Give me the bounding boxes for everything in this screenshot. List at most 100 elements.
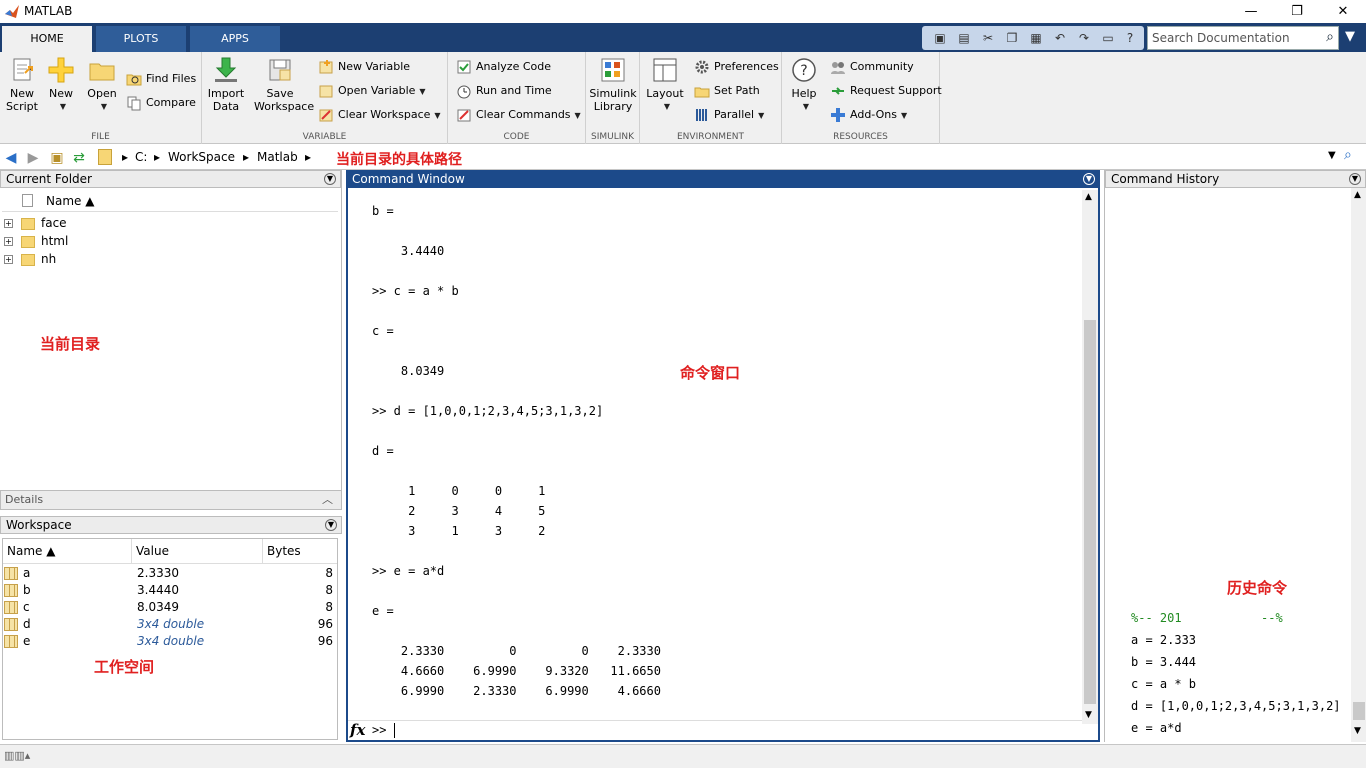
folder-icon [21, 235, 35, 248]
panel-menu-icon[interactable]: ▼ [1349, 173, 1361, 185]
history-entry[interactable]: c = a * b [1131, 677, 1196, 691]
analyze-code-button[interactable]: Analyze Code [456, 56, 551, 78]
save-workspace-button[interactable]: Save Workspace [254, 56, 314, 113]
browse-folder-icon[interactable]: ⇄ [70, 149, 88, 167]
ws-name-column-header[interactable]: Name ▲ [3, 539, 132, 563]
parallel-button[interactable]: Parallel ▼ [694, 104, 764, 126]
request-support-button[interactable]: Request Support [830, 80, 942, 102]
redo-icon[interactable]: ↷ [1076, 30, 1092, 46]
folder-item[interactable]: + html [4, 232, 68, 250]
address-dropdown-icon[interactable]: ▼ [1328, 150, 1336, 161]
table-row[interactable]: a 2.3330 8 [3, 565, 337, 582]
address-bar: ◀ ▶ ▣ ⇄ ▸ C: ▸ WorkSpace ▸ Matlab ▸ 当前目录… [0, 145, 1366, 170]
expand-icon[interactable]: + [4, 237, 13, 246]
history-entry[interactable]: e = a*d [1131, 721, 1182, 735]
new-variable-button[interactable]: New Variable [318, 56, 410, 78]
simulink-library-button[interactable]: Simulink Library [588, 56, 638, 113]
import-data-icon [215, 57, 237, 82]
add-ons-button[interactable]: Add-Ons ▼ [830, 104, 907, 126]
open-button[interactable]: Open ▼ [84, 56, 120, 113]
new-button[interactable]: New ▼ [44, 56, 78, 113]
table-row[interactable]: d 3x4 double 96 [3, 616, 337, 633]
compare-button[interactable]: Compare [126, 92, 196, 114]
table-row[interactable]: e 3x4 double 96 [3, 633, 337, 650]
scroll-thumb[interactable] [1353, 702, 1365, 720]
panel-menu-icon[interactable]: ▼ [325, 519, 337, 531]
run-and-time-button[interactable]: Run and Time [456, 80, 552, 102]
breadcrumb-drive[interactable]: C: [135, 150, 147, 164]
undo-icon[interactable]: ↶ [1052, 30, 1068, 46]
folder-item[interactable]: + nh [4, 250, 56, 268]
command-line: >> c = a * b [372, 284, 459, 298]
copy-icon[interactable]: ❐ [1004, 30, 1020, 46]
history-entry[interactable]: d = [1,0,0,1;2,3,4,5;3,1,3,2] [1131, 699, 1341, 713]
tab-apps[interactable]: APPS [190, 26, 280, 52]
open-label: Open [87, 87, 117, 100]
text-cursor[interactable] [394, 723, 395, 738]
scroll-up-icon[interactable]: ▲ [1085, 192, 1092, 202]
community-button[interactable]: Community [830, 56, 914, 78]
scroll-down-icon[interactable]: ▼ [1085, 710, 1092, 720]
restore-button[interactable]: ❐ [1274, 0, 1320, 23]
tab-home[interactable]: HOME [2, 26, 92, 52]
clear-workspace-button[interactable]: Clear Workspace ▼ [318, 104, 441, 126]
set-path-button[interactable]: Set Path [694, 80, 760, 102]
breadcrumb-workspace[interactable]: WorkSpace [168, 150, 235, 164]
back-arrow-icon[interactable]: ◀ [2, 149, 20, 167]
search-icon[interactable]: ⌕ [1326, 29, 1334, 45]
simulink-group: Simulink Library SIMULINK [586, 52, 640, 144]
panel-menu-icon[interactable]: ▼ [324, 173, 336, 185]
tab-plots[interactable]: PLOTS [96, 26, 186, 52]
history-entry[interactable]: b = 3.444 [1131, 655, 1196, 669]
name-column-header[interactable]: Name ▲ [46, 194, 94, 208]
new-script-button[interactable]: New Script [4, 56, 40, 113]
variable-grid-icon [4, 584, 18, 597]
scroll-up-icon[interactable]: ▲ [1354, 190, 1361, 200]
chevron-up-icon[interactable]: ︿ [322, 491, 333, 509]
history-entry[interactable]: a = 2.333 [1131, 633, 1196, 647]
ws-bytes-column-header[interactable]: Bytes [263, 539, 337, 563]
search-documentation-input[interactable]: Search Documentation ⌕ [1147, 26, 1339, 50]
breadcrumb-separator: ▸ [154, 150, 161, 164]
close-button[interactable]: ✕ [1320, 0, 1366, 23]
help-icon[interactable]: ? [1122, 30, 1138, 46]
forward-arrow-icon[interactable]: ▶ [24, 149, 42, 167]
up-folder-icon[interactable]: ▣ [48, 149, 66, 167]
command-window-annotation: 命令窗口 [680, 364, 741, 382]
simulink-group-label: SIMULINK [590, 132, 635, 142]
function-browser-icon[interactable]: fx [350, 721, 365, 739]
table-row[interactable]: b 3.4440 8 [3, 582, 337, 599]
breadcrumb-matlab[interactable]: Matlab [257, 150, 298, 164]
clear-commands-button[interactable]: Clear Commands ▼ [456, 104, 581, 126]
command-history-scrollbar[interactable]: ▲ ▼ [1351, 188, 1366, 742]
chevron-down-icon: ▼ [100, 102, 108, 111]
details-panel-header[interactable]: Details ︿ [0, 490, 342, 510]
shortcut-icon[interactable]: ▣ [932, 30, 948, 46]
minimize-button[interactable]: — [1228, 0, 1274, 23]
ws-var-bytes: 96 [317, 617, 333, 631]
ws-var-value: 8.0349 [137, 600, 179, 614]
command-window-output[interactable]: b = 3.4440 >> c = a * b c = 8.0349 >> d … [348, 190, 1084, 720]
ws-value-column-header[interactable]: Value [132, 539, 263, 563]
help-button[interactable]: ? Help ▼ [786, 56, 822, 113]
switch-windows-icon[interactable]: ▭ [1100, 30, 1116, 46]
folder-item[interactable]: + face [4, 214, 67, 232]
panel-menu-icon[interactable]: ▼ [1083, 173, 1095, 185]
layout-button[interactable]: Layout ▼ [644, 56, 686, 113]
command-prompt-row[interactable]: fx >> [348, 720, 1082, 740]
import-data-button[interactable]: Import Data [206, 56, 246, 113]
preferences-button[interactable]: Preferences [694, 56, 779, 78]
expand-icon[interactable]: + [4, 255, 13, 264]
scroll-down-icon[interactable]: ▼ [1354, 726, 1361, 736]
command-window-scrollbar[interactable]: ▲ ▼ [1082, 190, 1098, 724]
open-variable-button[interactable]: Open Variable ▼ [318, 80, 426, 102]
filter-icon[interactable]: ▼ [1345, 29, 1361, 47]
save-icon[interactable]: ▤ [956, 30, 972, 46]
search-folder-icon[interactable]: ⌕ [1344, 147, 1362, 167]
paste-icon[interactable]: ▦ [1028, 30, 1044, 46]
table-row[interactable]: c 8.0349 8 [3, 599, 337, 616]
cut-icon[interactable]: ✂ [980, 30, 996, 46]
find-files-button[interactable]: Find Files [126, 68, 196, 90]
scroll-thumb[interactable] [1084, 320, 1096, 704]
expand-icon[interactable]: + [4, 219, 13, 228]
